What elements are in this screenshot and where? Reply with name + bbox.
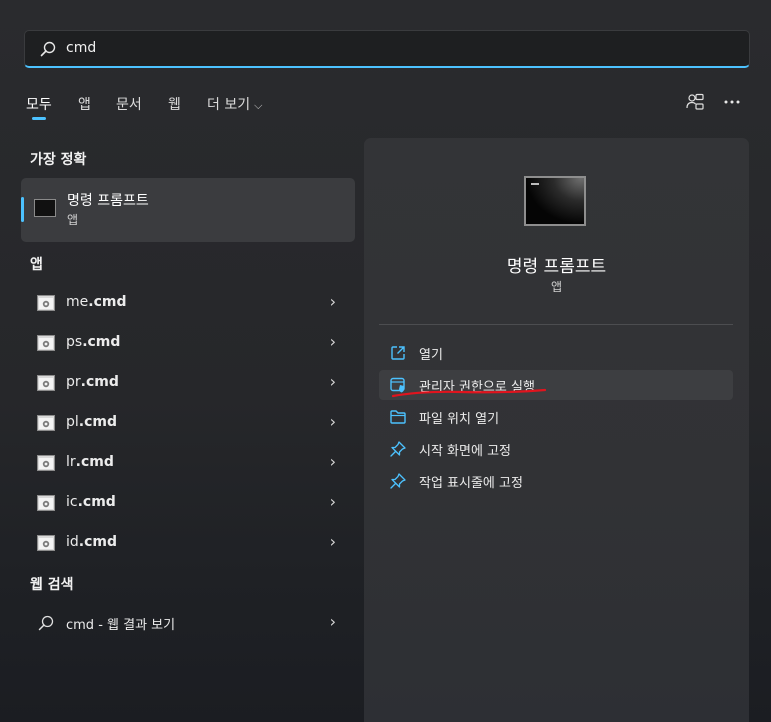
web-search-result[interactable]: cmd - 웹 결과 보기 › <box>22 605 354 641</box>
cmd-script-icon <box>37 335 55 351</box>
tab-documents[interactable]: 문서 <box>116 94 142 114</box>
chevron-right-icon[interactable]: › <box>330 372 336 391</box>
action-label: 시작 화면에 고정 <box>419 444 511 459</box>
pin-icon <box>390 473 406 489</box>
search-value: cmd <box>66 40 97 56</box>
app-name: me <box>66 294 89 310</box>
app-result-me[interactable]: me.cmd › <box>22 285 354 321</box>
tab-apps[interactable]: 앱 <box>78 94 91 114</box>
action-label: 작업 표시줄에 고정 <box>419 476 523 491</box>
best-match-item[interactable]: 명령 프롬프트 앱 <box>21 178 355 242</box>
detail-subtitle: 앱 <box>550 280 563 294</box>
app-name: ic <box>66 494 78 510</box>
cmd-script-icon <box>37 455 55 471</box>
app-ext: .cmd <box>80 374 119 390</box>
app-name: pl <box>66 414 79 430</box>
action-pin-to-taskbar[interactable]: 작업 표시줄에 고정 <box>379 466 733 496</box>
app-result-pr[interactable]: pr.cmd › <box>22 365 354 401</box>
chevron-right-icon[interactable]: › <box>330 612 336 631</box>
app-ext: .cmd <box>88 294 127 310</box>
action-open[interactable]: 열기 <box>379 338 733 368</box>
cmd-script-icon <box>37 535 55 551</box>
tab-web[interactable]: 웹 <box>168 94 181 114</box>
divider <box>379 324 733 325</box>
open-external-icon <box>391 346 405 360</box>
action-label: 열기 <box>419 348 443 363</box>
selection-indicator <box>21 197 24 222</box>
app-result-lr[interactable]: lr.cmd › <box>22 445 354 481</box>
app-ext: .cmd <box>75 454 114 470</box>
tab-all[interactable]: 모두 <box>26 94 52 114</box>
active-tab-indicator <box>32 117 46 120</box>
action-open-file-location[interactable]: 파일 위치 열기 <box>379 402 733 432</box>
app-result-ps[interactable]: ps.cmd › <box>22 325 354 361</box>
tab-more[interactable]: 더 보기 ⌵ <box>207 94 262 114</box>
chevron-right-icon[interactable]: › <box>330 532 336 551</box>
command-prompt-icon <box>34 199 56 217</box>
red-annotation-underline <box>391 388 547 398</box>
app-name: lr <box>66 454 76 470</box>
pin-icon <box>390 441 406 457</box>
more-options-icon[interactable] <box>722 92 742 112</box>
chevron-right-icon[interactable]: › <box>330 492 336 511</box>
action-pin-to-start[interactable]: 시작 화면에 고정 <box>379 434 733 464</box>
cmd-script-icon <box>37 495 55 511</box>
web-search-label: cmd - 웹 결과 보기 <box>66 618 176 633</box>
best-match-name: 명령 프롬프트 <box>67 193 149 209</box>
detail-title: 명령 프롬프트 <box>506 257 607 277</box>
account-switch-icon[interactable] <box>685 92 705 112</box>
search-icon <box>38 615 54 631</box>
action-label: 파일 위치 열기 <box>419 412 500 427</box>
app-ext: .cmd <box>77 494 116 510</box>
detail-panel: 명령 프롬프트 앱 열기 관리자 권한으로 실행 파일 위치 열기 시작 화면에… <box>364 138 749 722</box>
cmd-script-icon <box>37 295 55 311</box>
cmd-script-icon <box>37 415 55 431</box>
app-result-pl[interactable]: pl.cmd › <box>22 405 354 441</box>
search-input[interactable]: cmd <box>24 30 750 68</box>
cmd-script-icon <box>37 375 55 391</box>
app-name: id <box>66 534 79 550</box>
chevron-right-icon[interactable]: › <box>330 452 336 471</box>
app-result-id[interactable]: id.cmd › <box>22 525 354 561</box>
web-search-heading: 웹 검색 <box>30 577 74 593</box>
chevron-right-icon[interactable]: › <box>330 292 336 311</box>
app-ext: .cmd <box>78 414 118 430</box>
apps-heading: 앱 <box>30 257 43 273</box>
best-match-heading: 가장 정확 <box>30 152 87 168</box>
app-name: pr <box>66 374 81 390</box>
app-ext: .cmd <box>82 334 121 350</box>
chevron-right-icon[interactable]: › <box>330 412 336 431</box>
folder-icon <box>390 410 406 424</box>
app-name: ps <box>66 334 83 350</box>
tab-more-label: 더 보기 <box>207 97 251 113</box>
app-ext: .cmd <box>78 534 118 550</box>
chevron-right-icon[interactable]: › <box>330 332 336 351</box>
app-result-ic[interactable]: ic.cmd › <box>22 485 354 521</box>
command-prompt-large-icon <box>524 176 586 226</box>
best-match-type: 앱 <box>67 213 79 227</box>
search-icon <box>40 41 56 57</box>
chevron-down-icon: ⌵ <box>254 99 263 112</box>
